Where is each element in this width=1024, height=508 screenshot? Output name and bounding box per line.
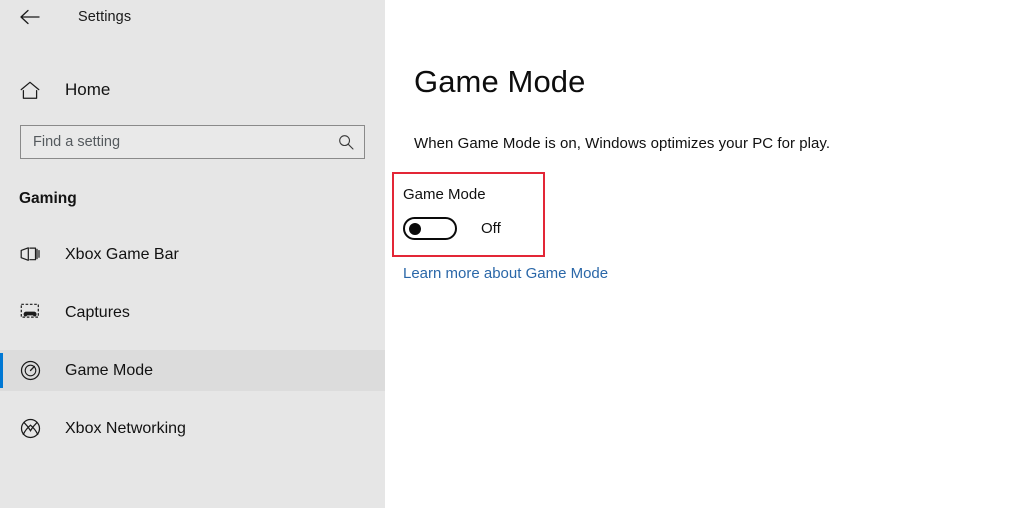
sidebar-item-home[interactable]: Home <box>0 70 385 110</box>
home-icon <box>19 79 41 101</box>
sidebar-item-game-mode[interactable]: Game Mode <box>0 350 385 391</box>
sidebar-item-label: Game Mode <box>65 361 154 379</box>
toggle-state-label: Off <box>481 220 501 237</box>
title-bar: Settings <box>0 0 385 34</box>
sidebar-item-xbox-networking[interactable]: Xbox Networking <box>0 408 385 449</box>
sidebar-item-xbox-game-bar[interactable]: Xbox Game Bar <box>0 234 385 275</box>
captures-icon <box>19 302 41 324</box>
search-box[interactable] <box>20 125 365 159</box>
toggle-row: Off <box>403 217 501 240</box>
page-title: Game Mode <box>414 64 586 99</box>
xbox-logo-icon <box>19 418 41 440</box>
content-pane: Game Mode When Game Mode is on, Windows … <box>385 0 1024 508</box>
toggle-knob <box>409 222 421 235</box>
setting-label: Game Mode <box>403 186 486 203</box>
page-description: When Game Mode is on, Windows optimizes … <box>414 135 831 152</box>
sidebar-item-label: Captures <box>65 303 130 321</box>
sidebar-item-captures[interactable]: Captures <box>0 292 385 333</box>
game-bar-icon <box>19 244 41 266</box>
search-input[interactable] <box>21 126 364 158</box>
sidebar-item-home-label: Home <box>65 80 111 99</box>
learn-more-link[interactable]: Learn more about Game Mode <box>403 265 608 282</box>
search-icon[interactable] <box>338 134 354 150</box>
sidebar: Settings Home Gaming <box>0 0 385 508</box>
sidebar-nav-list: Xbox Game Bar Captures Game Mode Xbox Ne… <box>0 234 385 449</box>
game-mode-toggle[interactable] <box>403 217 457 240</box>
settings-window: Settings Home Gaming <box>0 0 1024 508</box>
gauge-icon <box>19 360 41 382</box>
app-title: Settings <box>78 9 132 25</box>
game-mode-setting: Game Mode Off <box>403 186 501 240</box>
back-arrow-icon[interactable] <box>16 3 44 31</box>
sidebar-item-label: Xbox Game Bar <box>65 245 179 263</box>
sidebar-item-label: Xbox Networking <box>65 419 186 437</box>
sidebar-section-header: Gaming <box>19 190 77 207</box>
